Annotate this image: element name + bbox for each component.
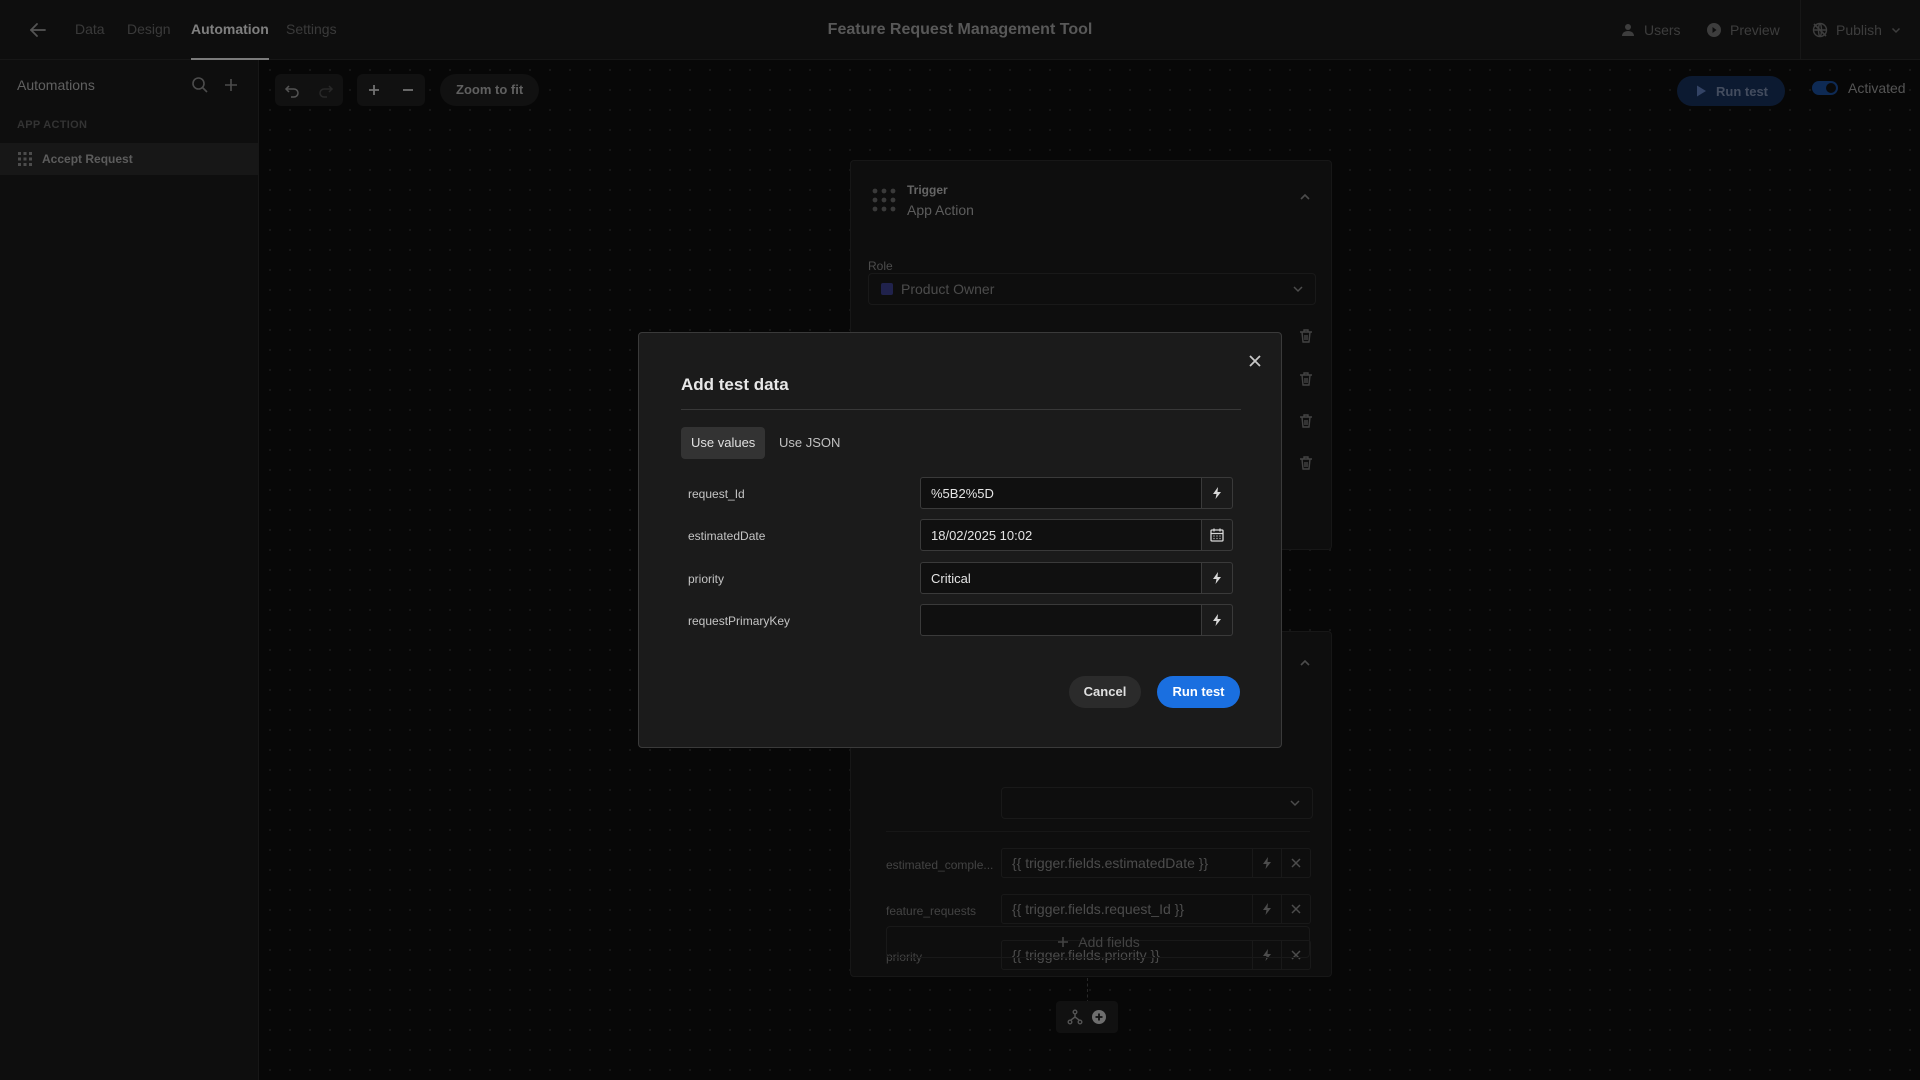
run-test-button[interactable]: Run test [1157,676,1240,708]
request-id-input[interactable] [920,477,1202,509]
calendar-icon[interactable] [1201,519,1233,551]
estimated-date-input[interactable] [920,519,1202,551]
cancel-button[interactable]: Cancel [1069,676,1141,708]
tab-use-json[interactable]: Use JSON [769,427,850,459]
modal-title: Add test data [681,375,789,394]
lightning-icon[interactable] [1201,604,1233,636]
field-label-priority: priority [688,572,725,586]
field-label-request-id: request_Id [688,487,745,501]
field-label-estimated-date: estimatedDate [688,529,766,543]
field-label-request-primary-key: requestPrimaryKey [688,614,791,628]
request-primary-key-input[interactable] [920,604,1202,636]
close-icon[interactable] [1243,349,1267,373]
tab-use-values[interactable]: Use values [681,427,766,459]
lightning-icon[interactable] [1201,562,1233,594]
priority-input[interactable] [920,562,1202,594]
lightning-icon[interactable] [1201,477,1233,509]
add-test-data-modal: Add test data Use values Use JSON reques… [638,332,1282,748]
modal-divider [681,409,1241,410]
